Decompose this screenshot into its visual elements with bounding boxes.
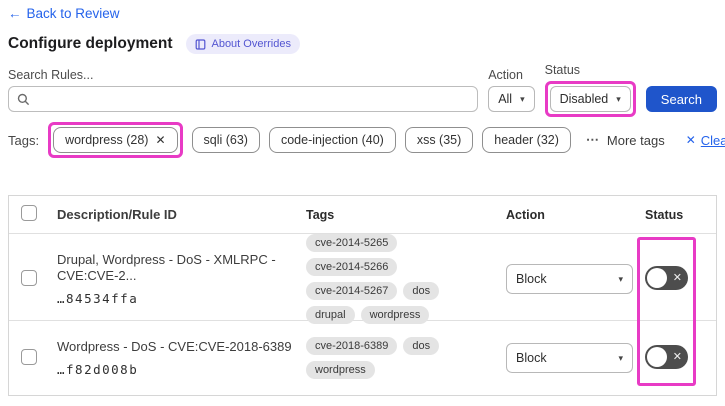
book-icon bbox=[195, 38, 206, 50]
rule-tag-badge: wordpress bbox=[306, 361, 375, 379]
rules-table: Description/Rule ID Tags Action Status D… bbox=[8, 195, 717, 396]
select-all-checkbox[interactable] bbox=[21, 205, 37, 221]
search-rules-label: Search Rules... bbox=[8, 68, 94, 82]
clear-tags-icon: ✕ bbox=[685, 133, 696, 147]
tag-filter-code-injection[interactable]: code-injection (40) bbox=[268, 127, 396, 153]
about-overrides-badge[interactable]: About Overrides bbox=[186, 34, 300, 54]
configure-deployment-page: ← Back to Review Configure deployment Ab… bbox=[0, 0, 725, 406]
table-row: Wordpress - DoS - CVE:CVE-2018-6389 …f82… bbox=[9, 321, 716, 395]
tag-filter-label: code-injection (40) bbox=[280, 133, 384, 147]
chevron-down-icon: ▾ bbox=[520, 93, 525, 104]
row-checkbox[interactable] bbox=[21, 269, 37, 286]
ellipsis-icon: ⋯ bbox=[585, 132, 600, 147]
filter-row: Search Rules... Action All ▾ Status Disa… bbox=[8, 63, 717, 117]
column-header-description: Description/Rule ID bbox=[57, 207, 177, 222]
table-header-row: Description/Rule ID Tags Action Status bbox=[9, 196, 716, 234]
tag-filter-header[interactable]: header (32) bbox=[482, 127, 571, 153]
column-header-tags: Tags bbox=[306, 207, 335, 222]
action-filter-select[interactable]: All ▾ bbox=[488, 86, 535, 112]
status-toggle[interactable]: ✕ bbox=[645, 265, 688, 290]
toggle-knob bbox=[647, 346, 667, 367]
tag-filter-xss[interactable]: xss (35) bbox=[404, 127, 474, 153]
toggle-off-icon: ✕ bbox=[672, 350, 682, 363]
toggle-off-icon: ✕ bbox=[672, 271, 682, 284]
tag-filter-label: wordpress (28) bbox=[65, 133, 149, 147]
rule-tag-badge: cve-2018-6389 bbox=[306, 337, 398, 355]
status-filter-select[interactable]: Disabled ▾ bbox=[549, 86, 631, 112]
status-label: Status bbox=[544, 63, 581, 77]
column-header-status: Status bbox=[645, 207, 684, 222]
tag-filter-sqli[interactable]: sqli (63) bbox=[191, 127, 260, 153]
rule-action-select[interactable]: Block ▾ bbox=[506, 264, 633, 294]
tag-filter-wordpress[interactable]: wordpress (28) ✕ bbox=[53, 127, 178, 153]
rule-tag-badge: cve-2014-5266 bbox=[306, 258, 398, 276]
column-header-action: Action bbox=[506, 207, 545, 222]
rule-action-value: Block bbox=[516, 351, 547, 365]
search-input[interactable] bbox=[36, 91, 470, 107]
selected-tag-highlight: wordpress (28) ✕ bbox=[48, 122, 183, 158]
rule-action-select[interactable]: Block ▾ bbox=[506, 343, 633, 373]
clear-tags-button[interactable]: ✕ Clear tags bbox=[686, 133, 725, 148]
tag-filter-label: sqli (63) bbox=[203, 133, 248, 147]
chevron-down-icon: ▾ bbox=[616, 93, 621, 104]
chevron-down-icon: ▾ bbox=[618, 273, 623, 284]
about-overrides-label: About Overrides bbox=[211, 38, 291, 50]
rule-tag-badge: cve-2014-5267 bbox=[306, 282, 398, 300]
more-tags-button[interactable]: ⋯ More tags bbox=[586, 132, 665, 148]
search-icon bbox=[17, 93, 30, 106]
rule-description: Drupal, Wordpress - DoS - XMLRPC - CVE:C… bbox=[57, 252, 276, 283]
tags-bar: Tags: wordpress (28) ✕ sqli (63) code-in… bbox=[8, 122, 725, 158]
more-tags-label: More tags bbox=[606, 132, 665, 148]
search-rules-field[interactable] bbox=[8, 86, 479, 112]
title-row: Configure deployment About Overrides bbox=[8, 34, 717, 54]
toggle-knob bbox=[647, 267, 667, 288]
tags-label: Tags: bbox=[8, 132, 40, 148]
rule-tag-badge: drupal bbox=[306, 306, 355, 324]
status-toggle[interactable]: ✕ bbox=[645, 344, 688, 369]
chevron-down-icon: ▾ bbox=[618, 352, 623, 363]
rule-id: …f82d008b bbox=[57, 362, 139, 377]
rule-description: Wordpress - DoS - CVE:CVE-2018-6389 bbox=[57, 339, 292, 354]
action-filter-value: All bbox=[498, 92, 513, 106]
remove-tag-icon[interactable]: ✕ bbox=[155, 133, 165, 147]
page-title: Configure deployment bbox=[8, 35, 173, 52]
back-link-label: Back to Review bbox=[26, 6, 120, 21]
rule-tag-badge: dos bbox=[403, 337, 440, 355]
clear-tags-label: Clear tags bbox=[700, 132, 725, 148]
rule-tag-badge: wordpress bbox=[360, 306, 430, 324]
tag-filter-label: header (32) bbox=[494, 133, 559, 147]
back-to-review-link[interactable]: ← Back to Review bbox=[8, 6, 120, 21]
search-button[interactable]: Search bbox=[645, 86, 717, 112]
tag-filter-label: xss (35) bbox=[416, 133, 462, 147]
row-checkbox[interactable] bbox=[21, 348, 37, 365]
action-label: Action bbox=[488, 68, 523, 82]
status-filter-value: Disabled bbox=[559, 92, 609, 106]
rule-tag-badge: dos bbox=[403, 282, 440, 300]
back-arrow-icon: ← bbox=[8, 6, 22, 21]
status-filter-highlight: Disabled ▾ bbox=[544, 81, 636, 117]
table-row: Drupal, Wordpress - DoS - XMLRPC - CVE:C… bbox=[9, 234, 716, 324]
rule-tag-badge: cve-2014-5265 bbox=[306, 234, 398, 252]
rule-action-value: Block bbox=[516, 272, 547, 286]
rule-id: …84534ffa bbox=[57, 291, 139, 306]
